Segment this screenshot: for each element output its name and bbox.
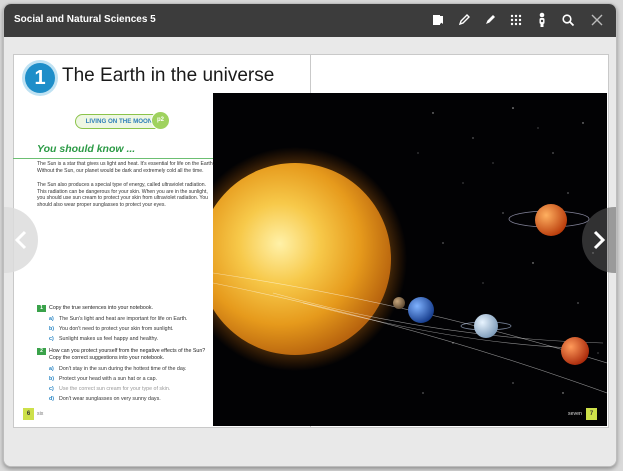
option-letter: c) [49, 386, 54, 392]
activity-number: 1 [37, 305, 46, 312]
paragraph: The Sun is a star that gives us light an… [37, 161, 215, 174]
app-title: Social and Natural Sciences 5 [14, 14, 156, 25]
marker-icon[interactable] [480, 10, 500, 30]
option-letter: a) [49, 366, 54, 372]
unit-number-badge: 1 [25, 63, 55, 93]
section-divider [13, 158, 213, 159]
grid-menu-icon[interactable] [506, 10, 526, 30]
user-settings-icon[interactable] [532, 10, 552, 30]
option-letter: b) [49, 376, 54, 382]
page-word-left: six [37, 411, 44, 417]
page-word-right: seven [568, 411, 582, 417]
option-text: Don't stay in the sun during the hottest… [59, 366, 187, 372]
option-text: You don't need to protect your skin from… [59, 326, 174, 332]
section-heading: You should know ... [37, 143, 136, 155]
option-letter: b) [49, 326, 54, 332]
activity-number: 2 [37, 348, 46, 355]
option-letter: c) [49, 336, 54, 342]
living-on-the-moon-button[interactable]: LIVING ON THE MOON [75, 114, 163, 129]
option-text: Sunlight makes us feel happy and healthy… [59, 336, 159, 342]
unit-title: The Earth in the universe [62, 65, 275, 86]
chevron-right-icon [593, 230, 606, 250]
top-toolbar: Social and Natural Sciences 5 [4, 4, 616, 37]
solar-system-illustration [213, 93, 607, 426]
page-number-right: 7 [586, 408, 597, 420]
activity-prompt: Copy the true sentences into your notebo… [49, 305, 153, 311]
paragraph: The Sun also produces a special type of … [37, 182, 209, 208]
option-text: Don't wear sunglasses on very sunny days… [59, 396, 161, 402]
book-bookmark-icon[interactable] [428, 10, 448, 30]
option-letter: a) [49, 316, 54, 322]
option-letter: d) [49, 396, 54, 402]
pencil-icon[interactable] [454, 10, 474, 30]
chevron-left-icon [14, 230, 27, 250]
option-text: The Sun's light and heat are important f… [59, 316, 188, 322]
option-text: Protect your head with a sun hat or a ca… [59, 376, 158, 382]
activity-prompt: How can you protect yourself from the ne… [49, 348, 206, 361]
search-icon[interactable] [558, 10, 578, 30]
living-badge: p2 [151, 111, 170, 130]
page-number-left: 6 [23, 408, 34, 420]
close-icon[interactable] [587, 10, 607, 30]
app-window: Social and Natural Sciences 5 1 The Eart… [3, 3, 617, 467]
book-viewer: 1 The Earth in the universe LIVING ON TH… [4, 37, 616, 466]
option-text: Use the correct sun cream for your type … [59, 386, 171, 392]
